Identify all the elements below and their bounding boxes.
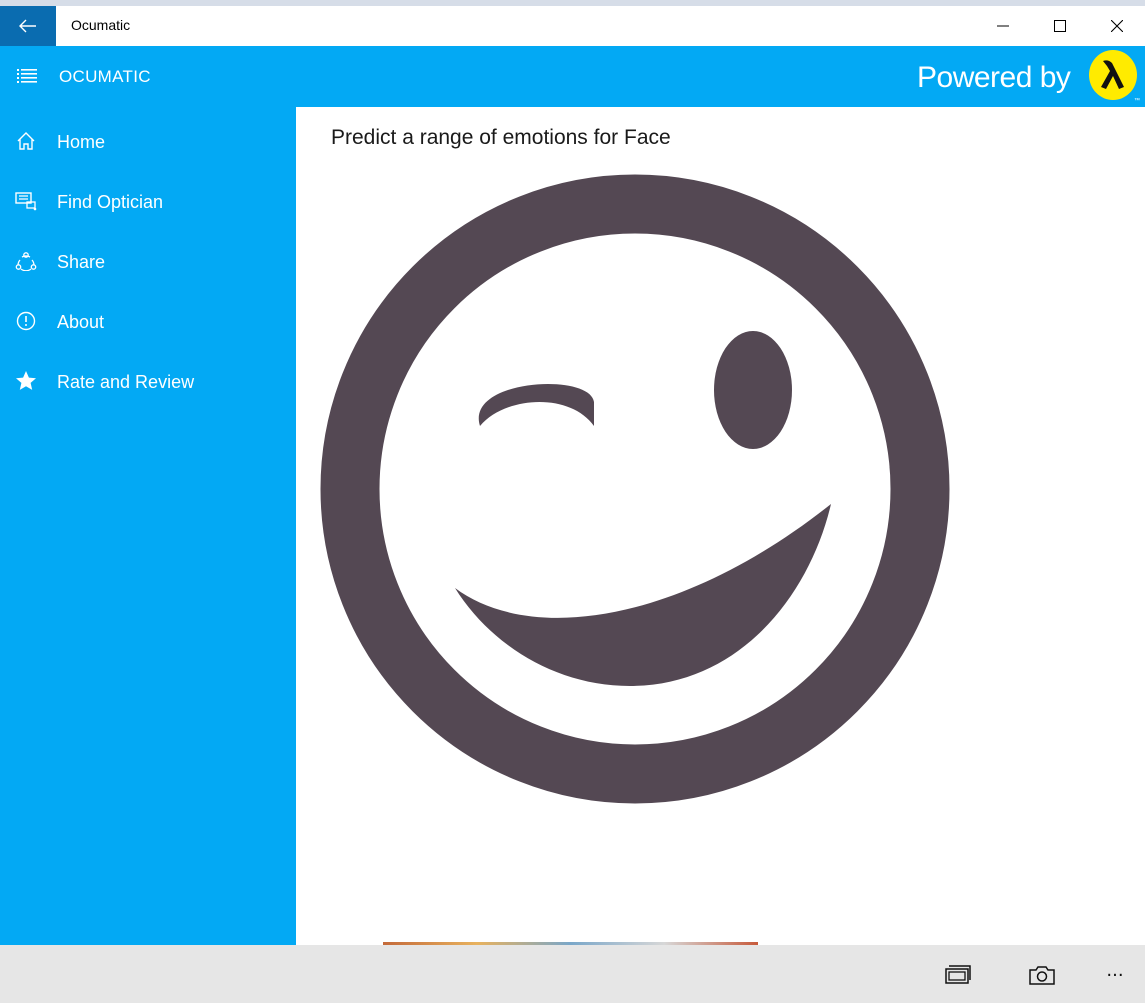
sidebar-item-about[interactable]: About bbox=[0, 292, 296, 348]
sidebar-item-label: About bbox=[57, 312, 105, 332]
share-icon bbox=[15, 250, 37, 272]
sidebar-item-share[interactable]: Share bbox=[0, 232, 296, 288]
maximize-button[interactable] bbox=[1031, 6, 1088, 46]
maximize-icon bbox=[1053, 20, 1066, 32]
app-header: OCUMATIC Powered by ™ bbox=[0, 46, 1145, 107]
app-name: OCUMATIC bbox=[59, 67, 151, 86]
close-button[interactable] bbox=[1088, 6, 1145, 46]
window-title: Ocumatic bbox=[71, 17, 131, 33]
info-icon bbox=[15, 310, 37, 332]
command-bar: ··· bbox=[0, 945, 1145, 1003]
camera-button[interactable] bbox=[1027, 962, 1057, 988]
star-icon bbox=[15, 370, 37, 392]
sidebar-item-label: Rate and Review bbox=[57, 372, 195, 392]
svg-text:™: ™ bbox=[1134, 97, 1140, 103]
sidebar-item-label: Share bbox=[57, 252, 106, 272]
back-button[interactable] bbox=[0, 6, 56, 46]
minimize-icon bbox=[996, 25, 1009, 27]
close-icon bbox=[1110, 20, 1123, 32]
main-content: Predict a range of emotions for Face bbox=[296, 107, 1145, 945]
winking-face-icon bbox=[320, 174, 950, 804]
minimize-button[interactable] bbox=[974, 6, 1031, 46]
camera-icon bbox=[1029, 966, 1055, 985]
powered-by-label: Powered by bbox=[917, 61, 1071, 94]
sidebar-item-label: Find Optician bbox=[57, 192, 164, 212]
sidebar-item-find-optician[interactable]: Find Optician bbox=[0, 172, 296, 228]
page-title: Predict a range of emotions for Face bbox=[331, 126, 671, 149]
gallery-button[interactable] bbox=[943, 962, 973, 988]
back-arrow-icon bbox=[19, 19, 36, 33]
gallery-icon bbox=[945, 965, 971, 984]
home-icon bbox=[15, 130, 37, 152]
hamburger-icon bbox=[17, 69, 37, 83]
yellow-pages-logo-icon: ™ bbox=[1089, 50, 1140, 103]
sidebar-item-label: Home bbox=[57, 132, 106, 152]
more-button[interactable]: ··· bbox=[1100, 962, 1130, 988]
menu-button[interactable] bbox=[17, 68, 37, 87]
sidebar-nav: Home Find Optician Share About Rate and … bbox=[0, 107, 296, 945]
title-bar: Ocumatic bbox=[0, 0, 1145, 46]
optician-icon bbox=[15, 190, 37, 212]
sidebar-item-rate-and-review[interactable]: Rate and Review bbox=[0, 352, 296, 408]
more-icon: ··· bbox=[1106, 964, 1124, 986]
sidebar-item-home[interactable]: Home bbox=[0, 112, 296, 168]
